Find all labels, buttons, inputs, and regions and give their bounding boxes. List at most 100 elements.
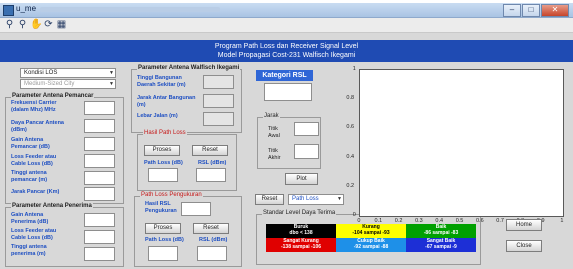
- loss-rx-label: Loss Feeder atau Cable Loss (dB): [11, 228, 57, 241]
- proses-pengukuran-button[interactable]: Proses: [145, 223, 181, 234]
- window-title: u_me: [16, 4, 37, 13]
- tinggi-rx-label: Tinggi antena penerima (m): [11, 244, 47, 257]
- y-tick-label: 0.6: [346, 124, 355, 131]
- rsl-legend-cell: Kurang -104 sampai -93: [336, 224, 406, 238]
- jarak-antar-label: Jarak Antar Bangunan (m): [137, 95, 196, 108]
- rsl-pengukuran-label: RSL (dBm): [199, 237, 228, 243]
- path-loss-field[interactable]: [148, 168, 178, 182]
- window-titlebar: u_me – □ ✕: [0, 3, 573, 18]
- freq-field[interactable]: [84, 101, 115, 115]
- jarak-field[interactable]: [84, 187, 115, 201]
- rsl-legend-cell: Sangat Baik -67 sampai -9: [406, 238, 476, 252]
- proses-button[interactable]: Proses: [144, 145, 180, 156]
- plot-axes: [359, 69, 564, 217]
- x-tick-label: 0.7: [496, 218, 504, 224]
- x-tick-label: 0.2: [394, 218, 403, 224]
- tinggi-rx-field[interactable]: [84, 247, 115, 261]
- x-tick-label: 0.5: [455, 218, 464, 224]
- kondisi-popup[interactable]: Kondisi LOS ▼: [20, 68, 116, 78]
- reset-pengukuran-button[interactable]: Reset: [193, 223, 229, 234]
- chevron-down-icon: ▼: [337, 196, 342, 202]
- reset-plot-button[interactable]: Reset: [255, 194, 284, 205]
- lebar-jalan-label: Lebar Jalan (m): [137, 113, 178, 119]
- rsl-legend-cell: Baik -86 sampai -83: [406, 224, 476, 238]
- group-pengukuran-title: Path Loss Pengukuran: [140, 192, 203, 198]
- path-loss-pengukuran-field[interactable]: [148, 246, 178, 261]
- rsl-legend-range: -86 sampai -83: [423, 230, 459, 236]
- daya-field[interactable]: [84, 119, 115, 133]
- y-tick-label: 0.4: [346, 153, 355, 160]
- plot-type-popup[interactable]: Path Loss ▼: [288, 194, 344, 205]
- banner-line1: Program Path Loss dan Receiver Signal Le…: [214, 43, 359, 50]
- title-banner: Program Path Loss dan Receiver Signal Le…: [0, 40, 573, 62]
- rsl-pengukuran-field[interactable]: [197, 246, 227, 261]
- window-controls: – □ ✕: [503, 4, 569, 17]
- rsl-legend-range: -92 sampai -88: [353, 244, 389, 250]
- rsl-legend-cell: Sangat Kurang -138 sampai -106: [266, 238, 336, 252]
- y-tick-label: 0: [352, 212, 356, 218]
- tinggi-bangunan-label: Tinggi Bangunan Daerah Sekitar (m): [137, 75, 186, 88]
- y-tick-label: 1: [352, 66, 356, 72]
- gain-rx-field[interactable]: [84, 213, 115, 227]
- zoom-in-icon[interactable]: ⚲: [4, 19, 15, 30]
- hasil-rsl-field[interactable]: [181, 202, 211, 216]
- lebar-jalan-field[interactable]: [203, 112, 234, 126]
- area-popup[interactable]: Medium-Sized City ▼: [20, 79, 116, 89]
- plot-button[interactable]: Plot: [285, 173, 318, 185]
- maximize-button[interactable]: □: [522, 4, 540, 17]
- x-tick-label: 0: [357, 218, 361, 224]
- gain-tx-label: Gain Antena Pemancar (dB): [11, 137, 50, 150]
- datacursor-icon[interactable]: ▦: [56, 19, 67, 30]
- plot-type-popup-value: Path Loss: [292, 196, 319, 202]
- close-button[interactable]: Close: [506, 240, 542, 252]
- figure-toolbar: ⚲ ⚲ ✋ ⟳ ▦: [0, 18, 573, 33]
- rsl-legend-range: -138 sampai -106: [280, 244, 322, 250]
- rsl-legend-range: -104 sampai -93: [352, 230, 390, 236]
- rsl-label: RSL (dBm): [198, 160, 227, 166]
- titik-akhir-label: Titik Akhir: [268, 148, 281, 161]
- y-tick-label: 0.2: [346, 182, 355, 189]
- x-tick-label: 1: [560, 218, 564, 224]
- jarak-antar-field[interactable]: [203, 94, 234, 108]
- banner-line2: Model Propagasi Cost-231 Walfisch Ikegam…: [217, 52, 356, 59]
- freq-label: Frekuensi Carrier (dalam Mhz) MHz: [11, 100, 57, 113]
- zoom-out-icon[interactable]: ⚲: [17, 19, 28, 30]
- group-hasil-title: Hasil Path Loss: [143, 130, 187, 136]
- x-tick-label: 0.6: [476, 218, 484, 224]
- pan-icon[interactable]: ✋: [30, 19, 42, 30]
- minimize-button[interactable]: –: [503, 4, 521, 17]
- figure-panel: Program Path Loss dan Receiver Signal Le…: [0, 33, 573, 269]
- titik-awal-field[interactable]: [294, 122, 319, 136]
- rotate-icon[interactable]: ⟳: [43, 19, 54, 30]
- chevron-down-icon: ▼: [109, 70, 114, 76]
- hasil-rsl-label: Hasil RSL Pengukuran: [145, 201, 177, 214]
- kategori-rsl-header: Kategori RSL: [256, 70, 313, 81]
- rsl-field[interactable]: [196, 168, 226, 182]
- path-loss-pengukuran-label: Path Loss (dB): [145, 237, 184, 243]
- group-penerima-title: Parameter Antena Penerima: [11, 203, 93, 209]
- path-loss-label: Path Loss (dB): [144, 160, 183, 166]
- group-standar-title: Standar Level Daya Terima: [262, 210, 337, 216]
- area-popup-value: Medium-Sized City: [24, 81, 75, 87]
- chevron-down-icon: ▼: [109, 81, 114, 87]
- x-tick-label: 0.3: [415, 218, 423, 224]
- group-pemancar-title: Parameter Antena Pemancar: [11, 93, 95, 99]
- home-button[interactable]: Home: [506, 219, 542, 231]
- kategori-rsl-field[interactable]: [264, 83, 312, 101]
- x-tick-label: 0.4: [435, 218, 444, 224]
- gain-tx-field[interactable]: [84, 137, 115, 151]
- reset-button[interactable]: Reset: [192, 145, 228, 156]
- titik-akhir-field[interactable]: [294, 144, 319, 159]
- titik-awal-label: Titik Awal: [268, 126, 280, 139]
- y-tick-label: 0.8: [346, 95, 355, 102]
- kondisi-popup-value: Kondisi LOS: [24, 70, 58, 76]
- close-window-button[interactable]: ✕: [541, 4, 569, 17]
- rsl-legend-range: dbo < 138: [289, 230, 313, 236]
- loss-tx-field[interactable]: [84, 154, 115, 168]
- group-jarak-title: Jarak: [263, 113, 280, 119]
- loss-tx-label: Loss Feeder atau Cable Loss (dB): [11, 154, 57, 167]
- loss-rx-field[interactable]: [84, 230, 115, 244]
- tinggi-bangunan-field[interactable]: [203, 75, 234, 89]
- tinggi-tx-label: Tinggi antena pemancar (m): [11, 170, 48, 183]
- tinggi-tx-field[interactable]: [84, 171, 115, 185]
